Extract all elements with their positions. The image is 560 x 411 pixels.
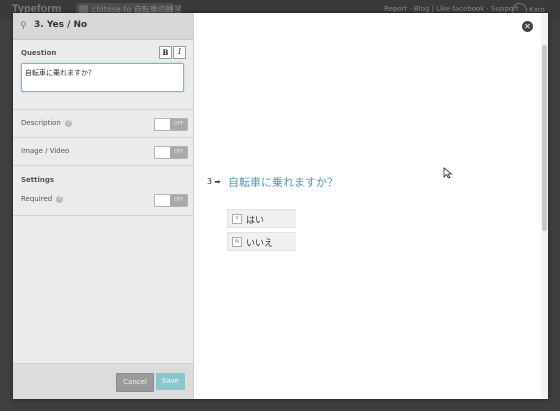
required-label: Required	[21, 195, 53, 203]
description-label: Description	[21, 119, 61, 127]
divider	[13, 165, 193, 166]
help-icon[interactable]: ?	[65, 119, 73, 127]
arrow-right-icon: ➡	[214, 178, 221, 186]
required-option: Required ?	[21, 195, 64, 203]
choice-no[interactable]: N いいえ	[227, 232, 296, 251]
question-type-icon: ⚲	[20, 21, 27, 31]
edit-panel-header: ⚲ 3. Yes / No	[13, 13, 193, 40]
divider	[13, 137, 193, 138]
preview-question-text: 自転車に乗れますか？	[228, 176, 338, 189]
toggle-off-indicator: OFF	[170, 119, 187, 130]
italic-button[interactable]: I	[173, 46, 186, 59]
help-icon[interactable]: ?	[56, 195, 64, 203]
question-preview: ✕ 3 ➡ 自転車に乗れますか？ Y はい N いいえ	[194, 13, 548, 399]
image-video-label: Image / Video	[21, 147, 70, 155]
toggle-off-indicator: OFF	[170, 147, 187, 158]
choice-yes[interactable]: Y はい	[227, 209, 296, 228]
background-links: Report · Blog | Like facebook · Support	[384, 5, 519, 13]
question-type-title: 3. Yes / No	[34, 20, 88, 30]
edit-panel-footer: Cancel Save	[13, 363, 193, 399]
question-label: Question	[21, 49, 57, 57]
choice-label: はい	[246, 216, 265, 226]
mouse-pointer-icon	[443, 167, 453, 179]
description-toggle[interactable]: OFF	[154, 118, 188, 131]
settings-heading: Settings	[21, 176, 55, 184]
bold-button[interactable]: B	[159, 46, 172, 59]
divider	[13, 215, 193, 216]
choice-key-badge: Y	[232, 214, 242, 224]
preview-scrollbar[interactable]	[542, 45, 547, 231]
question-number: 3 ➡	[207, 177, 221, 186]
image-video-toggle[interactable]: OFF	[154, 146, 188, 159]
question-input[interactable]: 自転車に乗れますか？	[21, 63, 184, 92]
background-left-strip	[0, 20, 13, 411]
cancel-button[interactable]: Cancel	[116, 373, 154, 392]
choice-key-badge: N	[232, 237, 242, 247]
save-button[interactable]: Save	[156, 373, 185, 390]
close-icon[interactable]: ✕	[522, 21, 533, 32]
description-option: Description ?	[21, 119, 73, 127]
edit-panel: ⚲ 3. Yes / No Question B I 自転車に乗れますか？ De…	[13, 13, 194, 399]
toggle-off-indicator: OFF	[170, 195, 187, 206]
divider	[13, 109, 193, 110]
question-number-value: 3	[207, 177, 213, 186]
question-editor-modal: ⚲ 3. Yes / No Question B I 自転車に乗れますか？ De…	[13, 13, 548, 399]
choice-label: いいえ	[246, 239, 274, 249]
required-toggle[interactable]: OFF	[154, 194, 188, 207]
